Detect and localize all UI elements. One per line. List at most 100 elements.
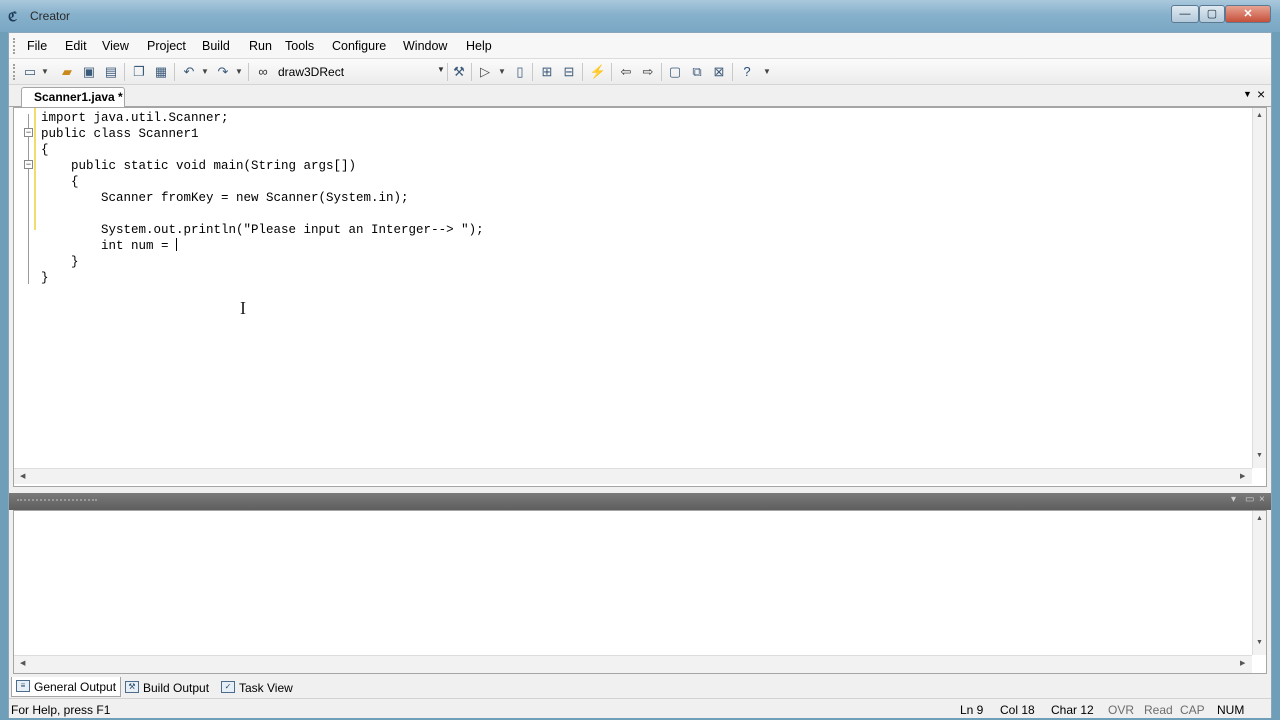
scroll-down-icon[interactable]: ▼: [1256, 452, 1263, 459]
redo-dropdown-icon[interactable]: ▼: [234, 63, 244, 81]
output-horizontal-scrollbar[interactable]: ◀ ▶: [14, 655, 1252, 673]
ibeam-cursor-icon: I: [240, 298, 246, 318]
modified-lines-marker: [34, 108, 36, 230]
output-scroll-left-icon[interactable]: ◀: [20, 659, 25, 667]
tab-general-output[interactable]: ≡ General Output: [11, 677, 122, 697]
scroll-right-icon[interactable]: ▶: [1240, 472, 1245, 480]
toolbar-overflow-icon[interactable]: ▼: [762, 63, 772, 81]
app-client-area: File Edit View Project Build Run Tools C…: [8, 32, 1272, 718]
editor-vertical-scrollbar[interactable]: ▲ ▼: [1252, 108, 1266, 468]
tab-build-output[interactable]: ⚒ Build Output: [120, 677, 214, 697]
wand-icon[interactable]: ⚡: [589, 63, 607, 81]
redo-icon[interactable]: ↷: [214, 63, 232, 81]
step-into-icon[interactable]: ⊞: [538, 63, 556, 81]
menu-run[interactable]: Run: [249, 39, 272, 53]
build-icon[interactable]: ⚒: [450, 63, 468, 81]
code-line-4: public static void main(String args[]): [41, 159, 357, 173]
window-icon[interactable]: ▢: [666, 63, 684, 81]
status-num: NUM: [1217, 703, 1245, 717]
app-icon: ℭ: [8, 9, 18, 24]
output-scroll-down-icon[interactable]: ▼: [1256, 639, 1263, 646]
close-button[interactable]: ✕: [1225, 5, 1271, 23]
menu-file[interactable]: File: [27, 39, 47, 53]
fold-class-icon[interactable]: −: [24, 128, 33, 137]
menu-edit[interactable]: Edit: [65, 39, 87, 53]
code-line-9: int num =: [41, 239, 177, 253]
compile-icon[interactable]: ▯: [511, 63, 529, 81]
status-char: Char 12: [1051, 703, 1094, 717]
clear-icon[interactable]: ⊠: [710, 63, 728, 81]
menu-project[interactable]: Project: [147, 39, 186, 53]
code-line-10: }: [41, 255, 79, 269]
output-menu-icon[interactable]: ▾: [1231, 494, 1236, 505]
toolbar-grip[interactable]: [13, 64, 16, 80]
menu-build[interactable]: Build: [202, 39, 230, 53]
code-editor[interactable]: − − import java.util.Scanner; public cla…: [13, 107, 1267, 487]
status-read: Read: [1144, 703, 1173, 717]
menu-configure[interactable]: Configure: [332, 39, 386, 53]
status-help-text: For Help, press F1: [11, 703, 111, 717]
fold-method-icon[interactable]: −: [24, 160, 33, 169]
undo-dropdown-icon[interactable]: ▼: [200, 63, 210, 81]
minimize-button[interactable]: —: [1171, 5, 1199, 23]
tab-scanner1-java[interactable]: Scanner1.java *: [21, 87, 125, 107]
run-icon[interactable]: ▷: [476, 63, 494, 81]
run-config-select[interactable]: draw3DRect: [278, 65, 344, 79]
status-bar: For Help, press F1 Ln 9 Col 18 Char 12 O…: [9, 698, 1271, 718]
output-pane[interactable]: ▲ ▼ ◀ ▶: [13, 510, 1267, 674]
task-view-icon: ✓: [221, 681, 235, 693]
tab-task-view[interactable]: ✓ Task View: [216, 677, 298, 697]
bookmark-icon[interactable]: ⧉: [688, 63, 706, 81]
toolbar: ▭ ▼ ▰ ▣ ▤ ❐ ▦ ↶ ▼ ↷ ▼ ∞ draw3DRect ▼ ⚒ ▷…: [9, 59, 1271, 85]
output-scroll-up-icon[interactable]: ▲: [1256, 515, 1263, 522]
menu-window[interactable]: Window: [403, 39, 447, 53]
paste-icon[interactable]: ▦: [152, 63, 170, 81]
output-scroll-right-icon[interactable]: ▶: [1240, 659, 1245, 667]
output-vertical-scrollbar[interactable]: ▲ ▼: [1252, 511, 1266, 655]
output-pane-caption[interactable]: ▾ ▭ ×: [9, 493, 1271, 510]
menu-tools[interactable]: Tools: [285, 39, 314, 53]
menu-bar: File Edit View Project Build Run Tools C…: [9, 33, 1271, 59]
run-config-dropdown-icon[interactable]: ▼: [437, 65, 445, 74]
new-file-dropdown-icon[interactable]: ▼: [40, 63, 50, 81]
undo-icon[interactable]: ↶: [180, 63, 198, 81]
title-bar: ℭ Creator — ▢ ✕: [0, 0, 1280, 32]
new-file-icon[interactable]: ▭: [21, 63, 39, 81]
menu-help[interactable]: Help: [466, 39, 492, 53]
copy-icon[interactable]: ❐: [130, 63, 148, 81]
status-cap: CAP: [1180, 703, 1205, 717]
editor-horizontal-scrollbar[interactable]: ◀ ▶: [14, 468, 1252, 484]
binoculars-icon[interactable]: ∞: [254, 63, 272, 81]
save-all-icon[interactable]: ▤: [102, 63, 120, 81]
code-line-1: import java.util.Scanner;: [41, 111, 229, 125]
tab-build-output-label: Build Output: [143, 681, 210, 695]
forward-arrow-icon[interactable]: ⇨: [639, 63, 657, 81]
scroll-up-icon[interactable]: ▲: [1256, 112, 1263, 119]
text-caret: [176, 238, 178, 251]
code-line-2: public class Scanner1: [41, 127, 199, 141]
output-close-icon[interactable]: ×: [1259, 494, 1265, 505]
output-tab-strip: ≡ General Output ⚒ Build Output ✓ Task V…: [9, 676, 1271, 698]
menu-grip[interactable]: [13, 38, 16, 54]
code-text[interactable]: import java.util.Scanner; public class S…: [41, 110, 484, 286]
tab-general-output-label: General Output: [34, 680, 117, 694]
output-grip: [17, 499, 97, 503]
tab-list-icon[interactable]: ▼: [1243, 89, 1252, 99]
fold-line: [28, 114, 29, 284]
output-pin-icon[interactable]: ▭: [1245, 494, 1254, 505]
scroll-left-icon[interactable]: ◀: [20, 472, 25, 480]
save-icon[interactable]: ▣: [80, 63, 98, 81]
maximize-button[interactable]: ▢: [1199, 5, 1225, 23]
open-folder-icon[interactable]: ▰: [58, 63, 76, 81]
close-tab-icon[interactable]: ×: [1257, 86, 1265, 102]
menu-view[interactable]: View: [102, 39, 129, 53]
code-line-3: {: [41, 143, 49, 157]
run-dropdown-icon[interactable]: ▼: [497, 63, 507, 81]
step-out-icon[interactable]: ⊟: [560, 63, 578, 81]
help-icon[interactable]: ?: [738, 63, 756, 81]
code-line-6: Scanner fromKey = new Scanner(System.in)…: [41, 191, 409, 205]
back-arrow-icon[interactable]: ⇦: [617, 63, 635, 81]
editor-tab-strip: Scanner1.java * ▼ ×: [9, 85, 1271, 107]
code-line-5: {: [41, 175, 79, 189]
window-title: Creator: [30, 9, 71, 23]
